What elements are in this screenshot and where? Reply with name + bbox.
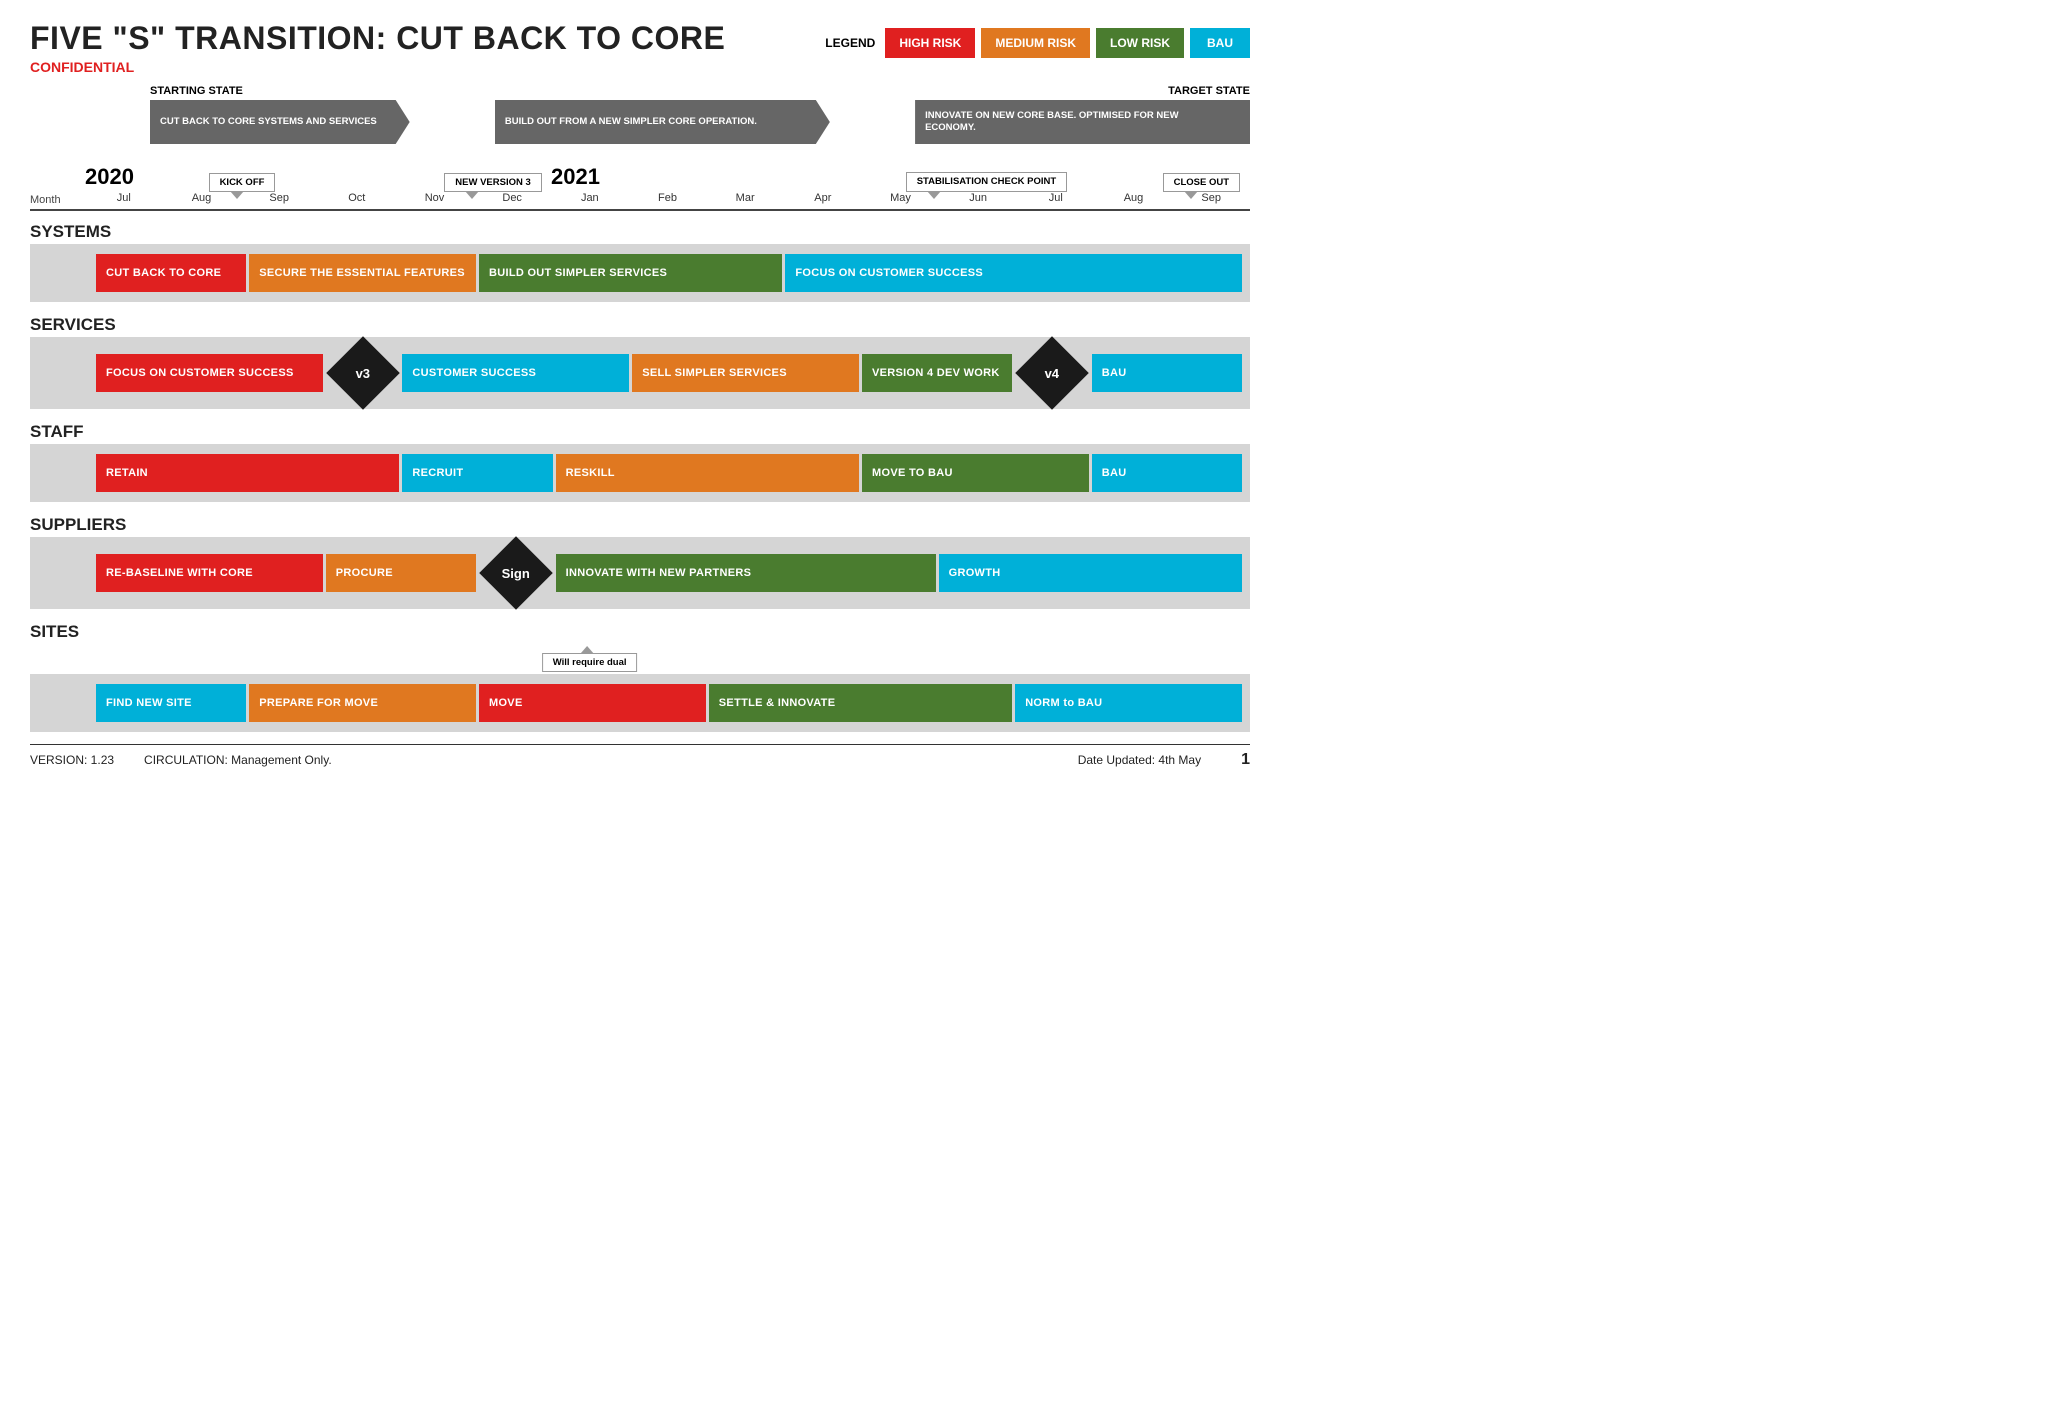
sites-label: SITES (30, 617, 1250, 644)
month-jul-2020: Jul (85, 192, 163, 206)
month-aug-2021: Aug (1095, 192, 1173, 206)
month-sep: Sep (240, 192, 318, 206)
bar-focus-customer-success: FOCUS ON CUSTOMER SUCCESS (785, 254, 1242, 292)
diamond-v4-wrap: v4 (1015, 347, 1089, 399)
bar-svc-focus-customer: FOCUS ON CUSTOMER SUCCESS (96, 354, 323, 392)
sites-callout-wrap: Will require dual (474, 644, 705, 674)
services-bars: FOCUS ON CUSTOMER SUCCESS v3 CUSTOMER SU… (30, 337, 1250, 409)
bar-cut-back-to-core: CUT BACK TO CORE (96, 254, 246, 292)
bar-find-site: FIND NEW SITE (96, 684, 246, 722)
legend-block: LEGEND HIGH RISK MEDIUM RISK LOW RISK BA… (825, 28, 1250, 58)
footer: VERSION: 1.23 CIRCULATION: Management On… (30, 744, 1250, 769)
month-may: May (862, 192, 940, 206)
month-mar: Mar (706, 192, 784, 206)
version-label: VERSION: 1.23 (30, 753, 114, 767)
bar-secure-essential: SECURE THE ESSENTIAL FEATURES (249, 254, 476, 292)
starting-state-label: STARTING STATE (150, 85, 243, 97)
bar-svc-bau: BAU (1092, 354, 1242, 392)
bar-move-to-bau: MOVE TO BAU (862, 454, 1089, 492)
sites-callout: Will require dual (542, 653, 638, 672)
legend-label: LEGEND (825, 36, 875, 50)
diamond-sign-wrap: Sign (479, 547, 553, 599)
month-jan-2021: Jan (551, 192, 629, 206)
bar-staff-bau: BAU (1092, 454, 1242, 492)
sites-callout-row: Will require dual (30, 644, 1250, 674)
legend-medium-risk: MEDIUM RISK (981, 28, 1090, 58)
diamond-v3: v3 (326, 336, 400, 410)
bar-version4-dev: VERSION 4 DEV WORK (862, 354, 1012, 392)
services-label: SERVICES (30, 310, 1250, 337)
timeline-area: STARTING STATE TARGET STATE CUT BACK TO … (30, 85, 1250, 732)
month-header-label: Month (30, 194, 85, 206)
bar-procure: PROCURE (326, 554, 476, 592)
sites-bars: FIND NEW SITE PREPARE FOR MOVE MOVE SETT… (30, 674, 1250, 732)
bar-innovate-partners: INNOVATE WITH NEW PARTNERS (556, 554, 936, 592)
bar-rebaseline: RE-BASELINE WITH CORE (96, 554, 323, 592)
bar-customer-success: CUSTOMER SUCCESS (402, 354, 629, 392)
bar-prepare-move: PREPARE FOR MOVE (249, 684, 476, 722)
diamond-v4: v4 (1015, 336, 1089, 410)
bar-growth: GROWTH (939, 554, 1242, 592)
page-header: FIVE "S" TRANSITION: CUT BACK TO CORE CO… (30, 20, 1250, 75)
staff-section: STAFF RETAIN RECRUIT RESKILL MOVE TO BAU… (30, 417, 1250, 502)
arrow-2: BUILD OUT FROM A NEW SIMPLER CORE OPERAT… (495, 100, 830, 144)
year-2021: 2021 (551, 166, 600, 188)
bar-retain: RETAIN (96, 454, 399, 492)
bar-reskill: RESKILL (556, 454, 859, 492)
systems-label: SYSTEMS (30, 217, 1250, 244)
month-apr: Apr (784, 192, 862, 206)
callout-stabilisation: STABILISATION CHECK POINT (906, 172, 1068, 192)
legend-low-risk: LOW RISK (1096, 28, 1184, 58)
month-sep-2021: Sep (1172, 192, 1250, 206)
bar-build-out-simpler: BUILD OUT SIMPLER SERVICES (479, 254, 782, 292)
bar-norm-bau: NORM to BAU (1015, 684, 1242, 722)
legend-bau: BAU (1190, 28, 1250, 58)
page-title: FIVE "S" TRANSITION: CUT BACK TO CORE (30, 20, 725, 57)
year-2020: 2020 (85, 166, 134, 188)
confidential-label: CONFIDENTIAL (30, 59, 725, 75)
staff-label: STAFF (30, 417, 1250, 444)
target-state-label: TARGET STATE (1168, 85, 1250, 97)
arrow-1: CUT BACK TO CORE SYSTEMS AND SERVICES (150, 100, 410, 144)
diamond-sign: Sign (479, 536, 553, 610)
suppliers-section: SUPPLIERS RE-BASELINE WITH CORE PROCURE … (30, 510, 1250, 609)
suppliers-label: SUPPLIERS (30, 510, 1250, 537)
sites-section: SITES Will require dual FIND NEW SITE PR… (30, 617, 1250, 732)
months-grid: 2020 2021 Jul Aug Sep Oct Nov Dec Jan Fe… (85, 192, 1250, 206)
month-nov: Nov (396, 192, 474, 206)
callout-v3: NEW VERSION 3 (444, 173, 542, 192)
bar-settle-innovate: SETTLE & INNOVATE (709, 684, 1012, 722)
staff-bars: RETAIN RECRUIT RESKILL MOVE TO BAU BAU (30, 444, 1250, 502)
footer-left: VERSION: 1.23 CIRCULATION: Management On… (30, 753, 332, 767)
page-number: 1 (1241, 751, 1250, 769)
month-feb: Feb (629, 192, 707, 206)
circulation-label: CIRCULATION: Management Only. (144, 753, 332, 767)
title-block: FIVE "S" TRANSITION: CUT BACK TO CORE CO… (30, 20, 725, 75)
bar-recruit: RECRUIT (402, 454, 552, 492)
diamond-v3-wrap: v3 (326, 347, 400, 399)
systems-section: SYSTEMS CUT BACK TO CORE SECURE THE ESSE… (30, 217, 1250, 302)
bar-sell-simpler: SELL SIMPLER SERVICES (632, 354, 859, 392)
date-updated: Date Updated: 4th May (1078, 753, 1201, 767)
month-jun: Jun (939, 192, 1017, 206)
month-dec: Dec (473, 192, 551, 206)
arrow-3: INNOVATE ON NEW CORE BASE. OPTIMISED FOR… (915, 100, 1250, 144)
month-oct: Oct (318, 192, 396, 206)
systems-bars: CUT BACK TO CORE SECURE THE ESSENTIAL FE… (30, 244, 1250, 302)
callout-closeout: CLOSE OUT (1163, 173, 1240, 192)
month-jul-2021: Jul (1017, 192, 1095, 206)
callout-kickoff: KICK OFF (209, 173, 276, 192)
bar-move: MOVE (479, 684, 706, 722)
legend-high-risk: HIGH RISK (885, 28, 975, 58)
suppliers-bars: RE-BASELINE WITH CORE PROCURE Sign INNOV… (30, 537, 1250, 609)
services-section: SERVICES FOCUS ON CUSTOMER SUCCESS v3 CU… (30, 310, 1250, 409)
footer-right: Date Updated: 4th May 1 (1078, 751, 1250, 769)
month-aug: Aug (163, 192, 241, 206)
